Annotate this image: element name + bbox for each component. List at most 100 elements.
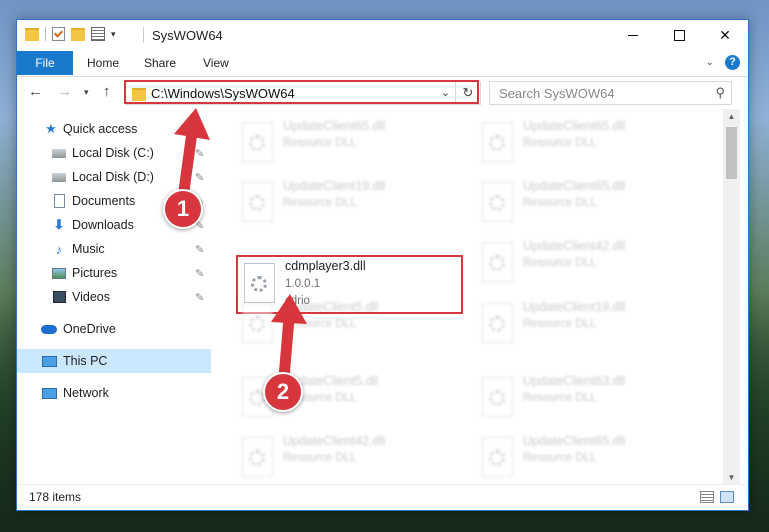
file-name: UpdateClient63.dll (523, 374, 626, 388)
forward-arrow-icon[interactable]: → (57, 83, 72, 100)
close-icon: ✕ (719, 26, 731, 43)
quick-access-dropdown-icon[interactable]: ▾ (111, 29, 116, 40)
file-name: UpdateClient65.dll (283, 119, 386, 133)
music-icon: ♪ (55, 241, 63, 257)
sidebar-item-label: Documents (72, 194, 136, 208)
file-tile[interactable]: UpdateClient19.dll Resource DLL (234, 176, 459, 231)
close-button[interactable]: ✕ (702, 20, 748, 50)
ribbon: File Home Share View ⌄ ? (17, 51, 748, 77)
step-badge-1: 1 (163, 189, 203, 229)
sidebar-item-label: Music (72, 242, 105, 256)
network-icon (41, 386, 57, 400)
file-tile[interactable]: UpdateClient65.dll Resource DLL (474, 116, 699, 171)
sidebar-item-label: Downloads (72, 218, 134, 232)
star-icon: ★ (45, 121, 57, 136)
dll-file-icon (242, 122, 273, 162)
quick-access-toolbar: ▾ (25, 27, 116, 41)
search-input[interactable]: Search SysWOW64 ⚲ (489, 81, 732, 105)
tab-share[interactable]: Share (130, 51, 190, 75)
pin-icon[interactable]: ✎ (195, 267, 204, 280)
file-name: UpdateClient65.dll (523, 119, 626, 133)
sidebar-item-label: Quick access (63, 122, 138, 136)
minimize-button[interactable] (610, 20, 656, 50)
search-placeholder: Search SysWOW64 (499, 86, 615, 101)
expand-ribbon-icon[interactable]: ⌄ (706, 57, 714, 68)
properties-check-icon[interactable] (52, 27, 65, 41)
onedrive-icon (41, 322, 57, 336)
file-tile[interactable]: UpdateClient65.dll Resource DLL (474, 176, 699, 231)
sidebar-item-label: Local Disk (D:) (72, 170, 154, 184)
file-tile[interactable]: UpdateClient19.dll Resource DLL (474, 297, 699, 352)
sidebar-item-label: Local Disk (C:) (72, 146, 154, 160)
scrollbar-thumb[interactable] (726, 127, 737, 179)
dll-file-icon (482, 182, 513, 222)
maximize-icon (673, 29, 685, 41)
file-description: Resource DLL (523, 257, 597, 269)
back-arrow-icon[interactable]: ← (28, 83, 43, 100)
sidebar-item-pictures[interactable]: Pictures ✎ (17, 261, 211, 285)
search-icon[interactable]: ⚲ (715, 85, 725, 101)
this-pc-icon (41, 354, 57, 368)
sidebar-item-network[interactable]: Network (17, 381, 211, 405)
item-count: 178 items (29, 490, 82, 504)
file-description: Resource DLL (523, 318, 597, 330)
customize-icon[interactable] (91, 27, 105, 41)
scroll-up-icon[interactable]: ▲ (723, 109, 740, 125)
tab-home[interactable]: Home (73, 51, 133, 75)
maximize-button[interactable] (656, 20, 702, 50)
minimize-icon (628, 34, 638, 36)
pin-icon[interactable]: ✎ (195, 291, 204, 304)
tab-view[interactable]: View (189, 51, 243, 75)
dll-file-icon (482, 437, 513, 477)
file-description: Resource DLL (523, 137, 597, 149)
pin-icon[interactable]: ✎ (195, 243, 204, 256)
recent-locations-icon[interactable]: ▾ (84, 87, 89, 98)
sidebar-item-this-pc[interactable]: This PC (17, 349, 211, 373)
file-tile[interactable]: UpdateClient42.dll Resource DLL (234, 431, 459, 486)
file-tile[interactable]: UpdateClient63.dll Resource DLL (474, 371, 699, 426)
step-badge-2: 2 (263, 372, 303, 412)
file-description: Resource DLL (283, 137, 357, 149)
folder-icon (25, 27, 39, 41)
sidebar-item-onedrive[interactable]: OneDrive (17, 317, 211, 341)
file-name: UpdateClient42.dll (283, 434, 386, 448)
sidebar-item-label: OneDrive (63, 322, 116, 336)
file-name: UpdateClient65.dll (523, 179, 626, 193)
dll-file-icon (482, 122, 513, 162)
window-title: SysWOW64 (152, 28, 223, 43)
sidebar-item-label: Network (63, 386, 109, 400)
videos-icon (51, 290, 67, 304)
file-name: UpdateClient42.dll (523, 239, 626, 253)
details-view-icon[interactable] (700, 491, 714, 503)
sidebar-item-label: Pictures (72, 266, 118, 280)
disk-icon (51, 146, 67, 160)
file-name: UpdateClient65.dll (523, 434, 626, 448)
file-description: Resource DLL (283, 452, 357, 464)
file-description: Resource DLL (523, 452, 597, 464)
file-tile[interactable]: UpdateClient42.dll Resource DLL (474, 236, 699, 291)
file-description: Resource DLL (283, 197, 357, 209)
new-folder-icon[interactable] (71, 27, 85, 41)
divider (45, 27, 46, 41)
tiles-view-icon[interactable] (720, 491, 734, 503)
file-tile[interactable]: UpdateClient65.dll Resource DLL (474, 431, 699, 486)
sidebar-item-videos[interactable]: Videos ✎ (17, 285, 211, 309)
dll-file-icon (482, 377, 513, 417)
file-description: Resource DLL (523, 197, 597, 209)
dll-file-icon (482, 242, 513, 282)
status-bar: 178 items (17, 484, 748, 510)
help-icon[interactable]: ? (725, 55, 740, 70)
tab-file[interactable]: File (17, 51, 73, 75)
navigation-bar: ← → ▾ ↑ C:\Windows\SysWOW64 ⌄ ↻ Search S… (17, 77, 748, 109)
divider (143, 27, 144, 43)
sidebar-item-label: Videos (72, 290, 110, 304)
vertical-scrollbar[interactable]: ▲ ▼ (723, 109, 740, 486)
title-bar: ▾ SysWOW64 ✕ (17, 20, 748, 51)
pictures-icon (51, 266, 67, 280)
download-icon: ⬇ (53, 217, 65, 232)
up-arrow-icon[interactable]: ↑ (103, 83, 111, 100)
file-name: UpdateClient19.dll (523, 300, 626, 314)
file-name: UpdateClient19.dll (283, 179, 386, 193)
file-tile[interactable]: UpdateClient65.dll Resource DLL (234, 116, 459, 171)
sidebar-item-music[interactable]: ♪ Music ✎ (17, 237, 211, 261)
